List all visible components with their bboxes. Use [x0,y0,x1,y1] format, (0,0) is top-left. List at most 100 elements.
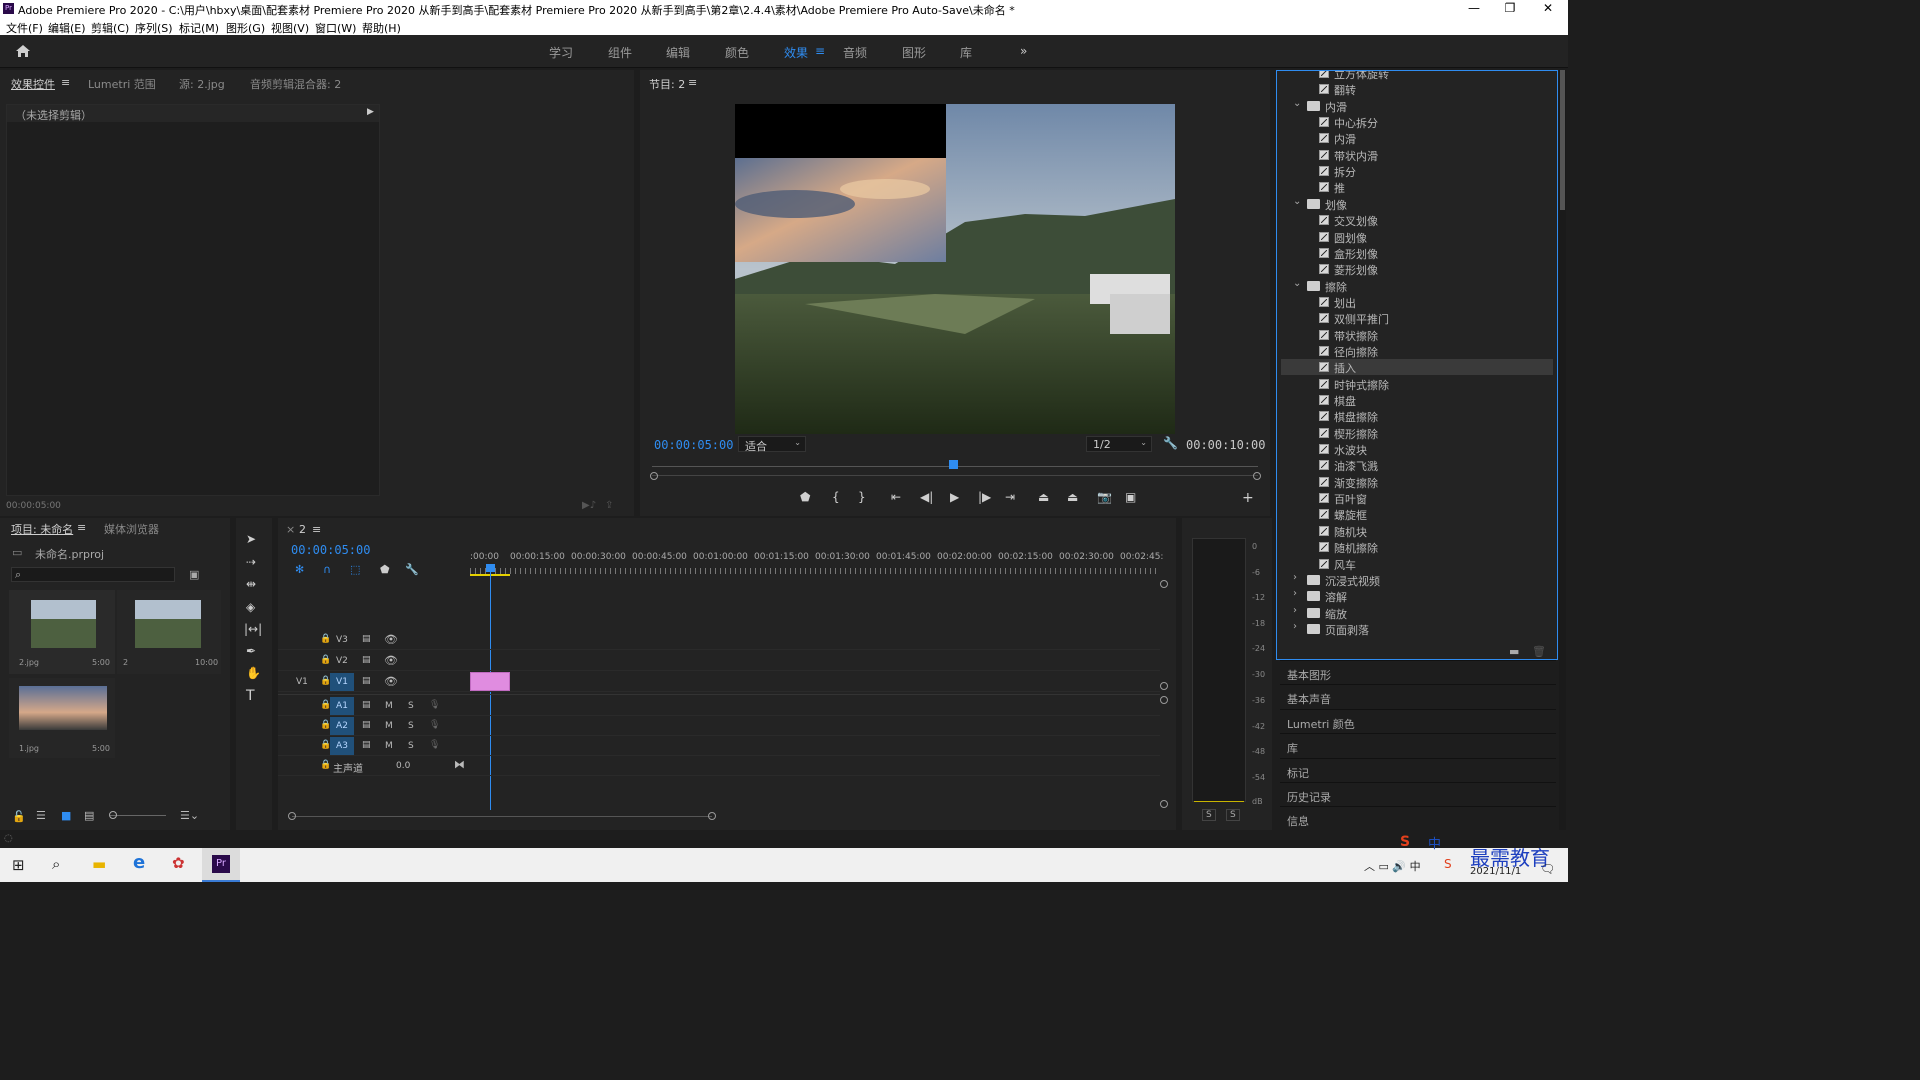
workspace-menu-icon[interactable]: ≡ [815,44,825,58]
effect-item[interactable]: 交叉划像 [1277,212,1549,228]
go-to-in-icon[interactable]: ⇤ [891,490,901,504]
time-ruler[interactable]: :00:00 00:00:15:00 00:00:30:00 00:00:45:… [470,552,1163,576]
menu-graphics[interactable]: 图形(G) [226,20,265,36]
step-forward-icon[interactable]: |▶ [978,490,991,504]
effect-item[interactable]: 圆划像 [1277,229,1549,245]
vscroll-handle[interactable] [1160,800,1168,808]
mute-button[interactable]: M [385,701,393,711]
tab-project[interactable]: 项目: 未命名 [11,521,73,537]
chevron-down-icon[interactable]: ⌄ [1293,196,1301,207]
solo-right-button[interactable]: S [1226,809,1240,821]
tab-audio-clip-mixer[interactable]: 音频剪辑混合器: 2 [250,76,341,92]
zoom-handle-right[interactable] [1253,472,1261,480]
tab-source[interactable]: 源: 2.jpg [179,76,225,92]
effect-item[interactable]: 立方体旋转 [1277,71,1549,81]
compare-view-icon[interactable]: ▣ [1125,490,1136,504]
pen-tool-icon[interactable]: ✒ [246,644,256,658]
project-search-input[interactable]: ⌕ [11,567,175,582]
effect-item[interactable]: 菱形划像 [1277,261,1549,277]
menu-edit[interactable]: 编辑(E) [48,20,86,36]
export-frame-icon[interactable]: 📷 [1097,490,1112,504]
panel-info[interactable]: 信息 [1280,806,1556,830]
effect-item[interactable]: 随机块 [1277,523,1549,539]
freeform-view-icon[interactable]: ▤ [84,809,94,822]
premiere-taskbar-button[interactable]: Pr [202,848,240,882]
workspace-assembly[interactable]: 组件 [608,44,632,61]
panel-menu-icon[interactable]: ≡ [61,76,70,89]
track-select-tool-icon[interactable]: ⇢ [246,555,256,569]
play-icon[interactable]: ▶ [950,490,959,504]
chevron-down-icon[interactable]: ⌄ [1293,278,1301,289]
type-tool-icon[interactable]: T [246,688,255,704]
add-button-icon[interactable]: + [1242,490,1254,506]
effect-item[interactable]: 棋盘 [1277,392,1549,408]
sync-lock-icon[interactable]: ▤ [362,740,371,750]
close-sequence-icon[interactable]: × [286,523,295,536]
effect-item[interactable]: 插入 [1281,359,1553,376]
razor-tool-icon[interactable]: ◈ [246,600,255,614]
panel-essential-graphics[interactable]: 基本图形 [1280,660,1556,684]
workspace-graphics[interactable]: 图形 [902,44,926,61]
program-timecode[interactable]: 00:00:05:00 [654,438,733,452]
effect-item[interactable]: 双侧平推门 [1277,310,1549,326]
effect-item[interactable]: 盒形划像 [1277,245,1549,261]
effect-item[interactable]: 划出 [1277,294,1549,310]
effect-item[interactable]: 翻转 [1277,81,1549,97]
lift-icon[interactable]: ⏏ [1038,490,1049,504]
list-view-icon[interactable]: ☰ [36,809,46,822]
zoom-slider-handle[interactable] [109,811,117,819]
lock-icon[interactable]: 🔒 [320,634,331,644]
tab-lumetri-scopes[interactable]: Lumetri 范围 [88,76,156,92]
source-patch-v1[interactable]: V1 [296,677,308,687]
eye-icon[interactable]: 👁 [384,654,398,667]
program-zoom-bar[interactable] [652,475,1258,476]
effect-folder[interactable]: › 溶解 [1277,588,1549,604]
workspace-effects[interactable]: 效果 [784,44,808,61]
chevron-right-icon[interactable]: › [1293,588,1297,599]
panel-libraries[interactable]: 库 [1280,733,1556,757]
icon-view-icon[interactable]: ■ [61,809,71,822]
insert-nest-icon[interactable]: ✻ [295,563,304,576]
solo-button[interactable]: S [408,701,414,711]
effect-item[interactable]: 水波块 [1277,441,1549,457]
menu-clip[interactable]: 剪辑(C) [91,20,129,36]
ime-mode[interactable]: 中 [1428,833,1441,852]
menu-marker[interactable]: 标记(M) [179,20,219,36]
mute-button[interactable]: M [385,741,393,751]
file-explorer-icon[interactable]: ▬ [92,855,106,873]
new-folder-icon[interactable]: ▬ [1509,645,1519,658]
timeline-timecode[interactable]: 00:00:05:00 [291,543,370,557]
hscroll-handle[interactable] [288,812,296,820]
panel-history[interactable]: 历史记录 [1280,782,1556,806]
mute-button[interactable]: M [385,721,393,731]
menu-sequence[interactable]: 序列(S) [135,20,173,36]
effect-item[interactable]: 风车 [1277,556,1549,572]
program-playhead[interactable] [949,460,958,469]
mark-out-icon[interactable]: } [858,490,866,504]
timeline-settings-icon[interactable]: 🔧 [405,563,419,576]
export-audio-icon[interactable]: ▶♪ [582,500,596,511]
effect-item[interactable]: 时钟式擦除 [1277,376,1549,392]
mic-icon[interactable]: 🎙 [429,700,440,710]
menu-help[interactable]: 帮助(H) [362,20,401,36]
mic-icon[interactable]: 🎙 [429,720,440,730]
hscroll-handle[interactable] [708,812,716,820]
effect-folder[interactable]: › 缩放 [1277,605,1549,621]
workspace-audio[interactable]: 音频 [843,44,867,61]
lock-icon[interactable]: 🔓 [12,810,26,823]
master-link-icon[interactable]: ⧓ [454,758,465,771]
resolution-dropdown[interactable]: 1/2 ⌄ [1086,436,1152,452]
zoom-handle-left[interactable] [650,472,658,480]
add-marker-icon[interactable]: ⬟ [380,563,390,576]
sync-lock-icon[interactable]: ▤ [362,634,371,644]
new-bin-icon[interactable]: ▣ [189,568,199,581]
snap-icon[interactable]: ∩ [323,563,331,576]
program-menu-icon[interactable]: ≡ [688,76,697,89]
selection-tool-icon[interactable]: ➤ [246,532,256,546]
tab-effect-controls[interactable]: 效果控件 [11,76,55,92]
play-arrow-icon[interactable]: ▶ [367,107,374,117]
edge-icon[interactable]: e [133,852,145,873]
windows-start-icon[interactable]: ⊞ [12,856,25,874]
ripple-edit-tool-icon[interactable]: ⇹ [246,577,256,591]
fit-dropdown[interactable]: 适合 ⌄ [738,436,806,453]
